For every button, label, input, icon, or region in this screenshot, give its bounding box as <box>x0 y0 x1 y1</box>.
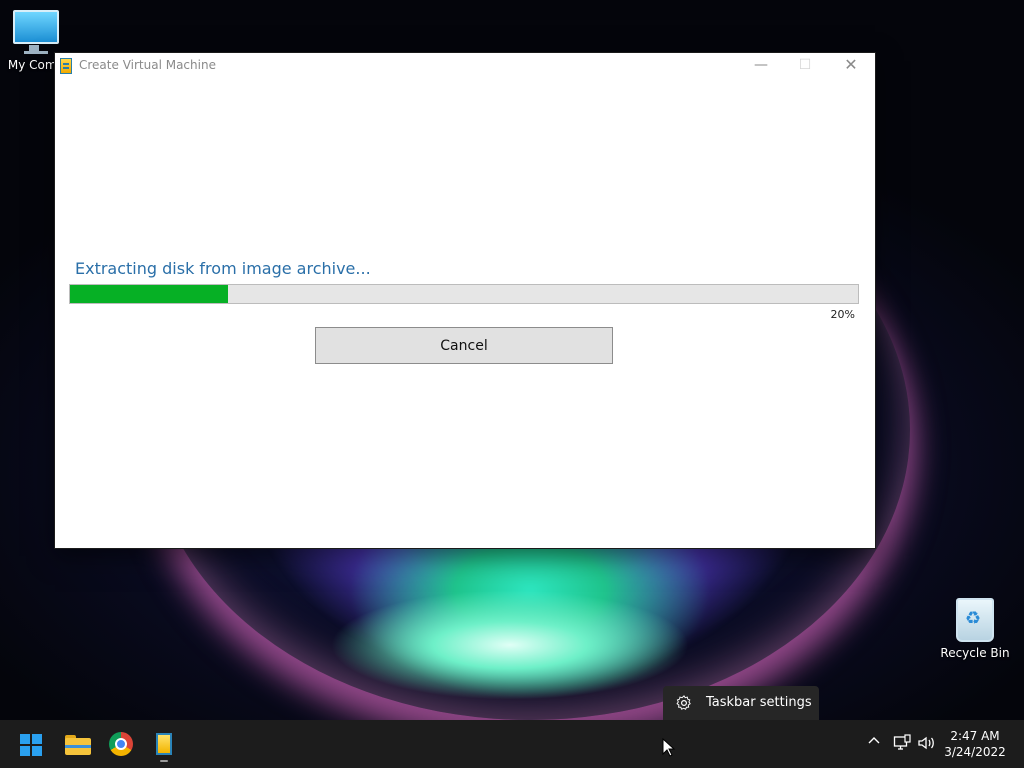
gear-icon <box>676 695 691 710</box>
minimize-button[interactable]: — <box>739 53 783 77</box>
taskbar-settings-popup[interactable]: Taskbar settings <box>663 686 819 720</box>
network-icon[interactable] <box>893 734 911 752</box>
mouse-cursor-icon <box>662 738 676 757</box>
archive-app-icon <box>60 58 72 74</box>
close-button[interactable]: ✕ <box>829 53 873 77</box>
create-vm-window: Create Virtual Machine — ☐ ✕ Extracting … <box>55 53 875 548</box>
progress-fill <box>70 285 228 303</box>
wallpaper-bloom-core <box>330 590 690 700</box>
status-message: Extracting disk from image archive... <box>75 259 371 278</box>
file-explorer-icon[interactable] <box>64 730 92 758</box>
clock-time: 2:47 AM <box>950 729 1000 743</box>
desktop-icon-recycle-bin[interactable]: ♻ Recycle Bin <box>940 598 1010 660</box>
clock-date: 3/24/2022 <box>944 745 1006 759</box>
progress-bar <box>69 284 859 304</box>
maximize-button[interactable]: ☐ <box>783 53 827 77</box>
start-icon[interactable] <box>20 734 42 756</box>
recycle-bin-icon: ♻ <box>956 598 994 642</box>
system-clock[interactable]: 2:47 AM 3/24/2022 <box>940 728 1010 760</box>
window-titlebar[interactable]: Create Virtual Machine — ☐ ✕ <box>55 53 875 77</box>
volume-icon[interactable] <box>917 734 937 752</box>
progress-percent: 20% <box>830 308 855 321</box>
archive-app-icon[interactable] <box>150 730 178 762</box>
window-title: Create Virtual Machine <box>79 58 216 72</box>
monitor-icon <box>13 10 59 51</box>
chevron-up-icon[interactable] <box>866 734 882 752</box>
desktop-icon-label: Recycle Bin <box>940 646 1010 660</box>
taskbar-settings-label: Taskbar settings <box>706 695 812 710</box>
chrome-icon[interactable] <box>107 730 135 758</box>
cancel-button[interactable]: Cancel <box>315 327 613 364</box>
taskbar: 2:47 AM 3/24/2022 <box>0 720 1024 768</box>
